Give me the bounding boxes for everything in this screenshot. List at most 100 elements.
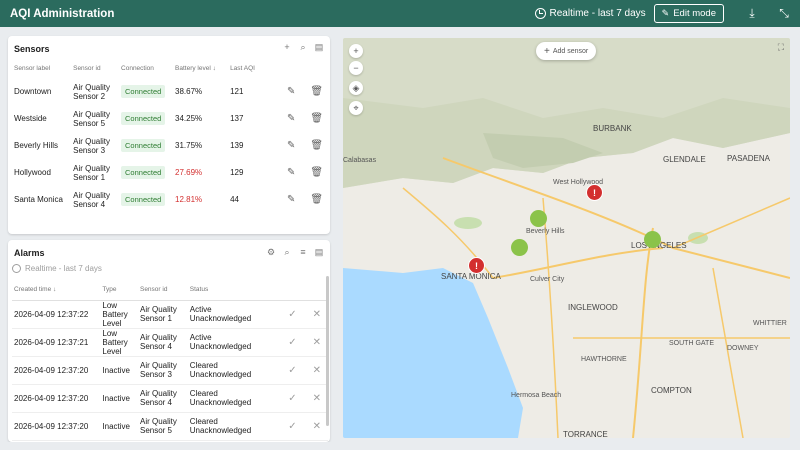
map-label: Calabasas <box>343 157 377 164</box>
table-row[interactable]: 2026-04-09 12:37:20 Inactive Air Quality… <box>12 356 328 384</box>
timewindow-selector[interactable]: Realtime - last 7 days <box>534 8 646 19</box>
timewindow-label: Realtime - last 7 days <box>549 8 646 19</box>
gear-icon[interactable]: ⚙ <box>266 247 276 258</box>
alarm-type: Low Battery Level <box>102 300 128 328</box>
sensor-marker-ok[interactable] <box>511 239 528 256</box>
sensor-marker-alarm[interactable]: ! <box>468 257 485 274</box>
zoom-out-button[interactable]: − <box>349 61 363 75</box>
delete-icon[interactable]: 🗑 <box>303 105 328 132</box>
col-created-time[interactable]: Created time ↓ <box>12 280 100 300</box>
sensors-table: Sensor label Sensor id Connection Batter… <box>12 58 328 213</box>
connection-badge: Connected <box>121 193 166 206</box>
map-fullscreen-icon[interactable]: ⛶ <box>778 42 784 53</box>
acknowledge-icon[interactable]: ✓ <box>279 300 303 328</box>
map-label: SOUTH GATE <box>669 340 714 347</box>
table-row[interactable]: Beverly Hills Air Quality Sensor 3 Connec… <box>12 132 328 159</box>
col-battery-level[interactable]: Battery level ↓ <box>173 58 228 78</box>
table-row[interactable]: Downtown Air Quality Sensor 2 Connected 3… <box>12 78 328 105</box>
download-icon[interactable]: ⤓ <box>745 6 759 21</box>
map-label: TORRANCE <box>563 430 608 438</box>
alarms-timewindow[interactable]: Realtime - last 7 days <box>12 264 102 273</box>
col-sensor-id[interactable]: Sensor id <box>138 280 188 300</box>
clear-icon[interactable]: ✕ <box>304 412 328 440</box>
sensor-label: Downtown <box>14 87 52 96</box>
location-pin-icon[interactable]: ⌖ <box>349 101 363 115</box>
alarm-status: Cleared Unacknowledged <box>189 389 252 407</box>
col-last-aqi[interactable]: Last AQI <box>228 58 277 78</box>
sensor-id: Air Quality Sensor 1 <box>73 163 111 182</box>
sensor-marker-ok[interactable] <box>530 210 547 227</box>
delete-icon[interactable]: 🗑 <box>303 159 328 186</box>
export-icon[interactable]: ▤ <box>314 42 324 53</box>
search-icon[interactable]: ⌕ <box>298 42 308 53</box>
table-row[interactable]: 2026-04-09 12:37:21 Low Battery Level Air … <box>12 328 328 356</box>
acknowledge-icon[interactable]: ✓ <box>279 412 303 440</box>
clear-icon[interactable]: ✕ <box>304 300 328 328</box>
table-row[interactable]: 2026-04-09 12:37:20 Inactive Air Quality… <box>12 412 328 440</box>
zoom-in-button[interactable]: + <box>349 44 363 58</box>
edit-icon[interactable]: ✎ <box>277 105 304 132</box>
col-type[interactable]: Type <box>100 280 138 300</box>
col-sensor-id[interactable]: Sensor id <box>71 58 119 78</box>
created-time: 2026-04-09 12:37:20 <box>14 393 89 403</box>
acknowledge-icon[interactable]: ✓ <box>279 356 303 384</box>
plus-icon: + <box>544 45 550 57</box>
clear-icon[interactable]: ✕ <box>304 384 328 412</box>
map-label: Hermosa Beach <box>511 392 562 399</box>
alarm-sensor-id: Air Quality Sensor 1 <box>139 305 177 323</box>
edit-icon[interactable]: ✎ <box>277 159 304 186</box>
alarm-status: Cleared Unacknowledged <box>189 417 252 435</box>
alarms-scrollbar[interactable] <box>326 276 329 426</box>
map-label: HAWTHORNE <box>581 356 627 363</box>
map-label: BURBANK <box>593 124 632 133</box>
add-sensor-button[interactable]: + Add sensor <box>536 42 597 60</box>
search-icon[interactable]: ⌕ <box>282 247 292 258</box>
table-row[interactable]: 2026-04-09 12:37:22 Low Battery Level Air … <box>12 300 328 328</box>
acknowledge-icon[interactable]: ✓ <box>279 328 303 356</box>
edit-icon[interactable]: ✎ <box>277 186 304 213</box>
acknowledge-icon[interactable]: ✓ <box>279 384 303 412</box>
map-label: DOWNEY <box>727 345 759 352</box>
battery-level: 27.69% <box>175 168 203 177</box>
sensor-id: Air Quality Sensor 4 <box>73 190 111 209</box>
sort-arrow-icon: ↓ <box>53 286 57 294</box>
edit-mode-button[interactable]: ✎ Edit mode <box>653 4 724 23</box>
connection-badge: Connected <box>121 166 166 179</box>
sensor-id: Air Quality Sensor 3 <box>73 136 111 155</box>
clear-icon[interactable]: ✕ <box>304 356 328 384</box>
sensor-marker-ok[interactable] <box>644 231 661 248</box>
alarm-sensor-id: Air Quality Sensor 4 <box>139 333 177 351</box>
alarm-status: Active Unacknowledged <box>189 305 252 323</box>
col-connection[interactable]: Connection <box>119 58 173 78</box>
alarm-type: Inactive <box>102 365 130 375</box>
alarm-type: Inactive <box>102 421 130 431</box>
created-time: 2026-04-09 12:37:20 <box>14 365 89 375</box>
sensor-marker-alarm[interactable]: ! <box>586 184 603 201</box>
table-row[interactable]: Hollywood Air Quality Sensor 1 Connected … <box>12 159 328 186</box>
delete-icon[interactable]: 🗑 <box>303 78 328 105</box>
sensor-label: Westside <box>14 114 47 123</box>
delete-icon[interactable]: 🗑 <box>303 132 328 159</box>
filter-icon[interactable]: ≡ <box>298 247 308 258</box>
layers-icon[interactable]: ◈ <box>349 81 363 95</box>
delete-icon[interactable]: 🗑 <box>303 186 328 213</box>
add-icon[interactable]: + <box>282 42 292 53</box>
clear-icon[interactable]: ✕ <box>304 328 328 356</box>
table-row[interactable]: Santa Monica Air Quality Sensor 4 Connect… <box>12 186 328 213</box>
alarm-sensor-id: Air Quality Sensor 5 <box>139 417 177 435</box>
clock-icon <box>534 8 546 19</box>
alarm-sensor-id: Air Quality Sensor 3 <box>139 361 177 379</box>
edit-icon[interactable]: ✎ <box>277 132 304 159</box>
col-sensor-label[interactable]: Sensor label <box>12 58 71 78</box>
table-row[interactable]: 2026-04-09 12:37:20 Inactive Air Quality… <box>12 384 328 412</box>
fullscreen-exit-icon[interactable]: ⤡ <box>777 6 791 21</box>
table-row[interactable]: Westside Air Quality Sensor 5 Connected 3… <box>12 105 328 132</box>
alarms-title: Alarms <box>14 248 45 258</box>
edit-icon[interactable]: ✎ <box>277 78 304 105</box>
map-widget[interactable]: + − ◈ ⌖ + Add sensor ⛶ BURBANK GLENDALE … <box>343 38 790 438</box>
export-icon[interactable]: ▤ <box>314 247 324 258</box>
map-background[interactable] <box>343 38 790 438</box>
battery-level: 38.67% <box>175 87 203 96</box>
col-status[interactable]: Status <box>188 280 279 300</box>
map-label: Beverly Hills <box>526 228 565 235</box>
